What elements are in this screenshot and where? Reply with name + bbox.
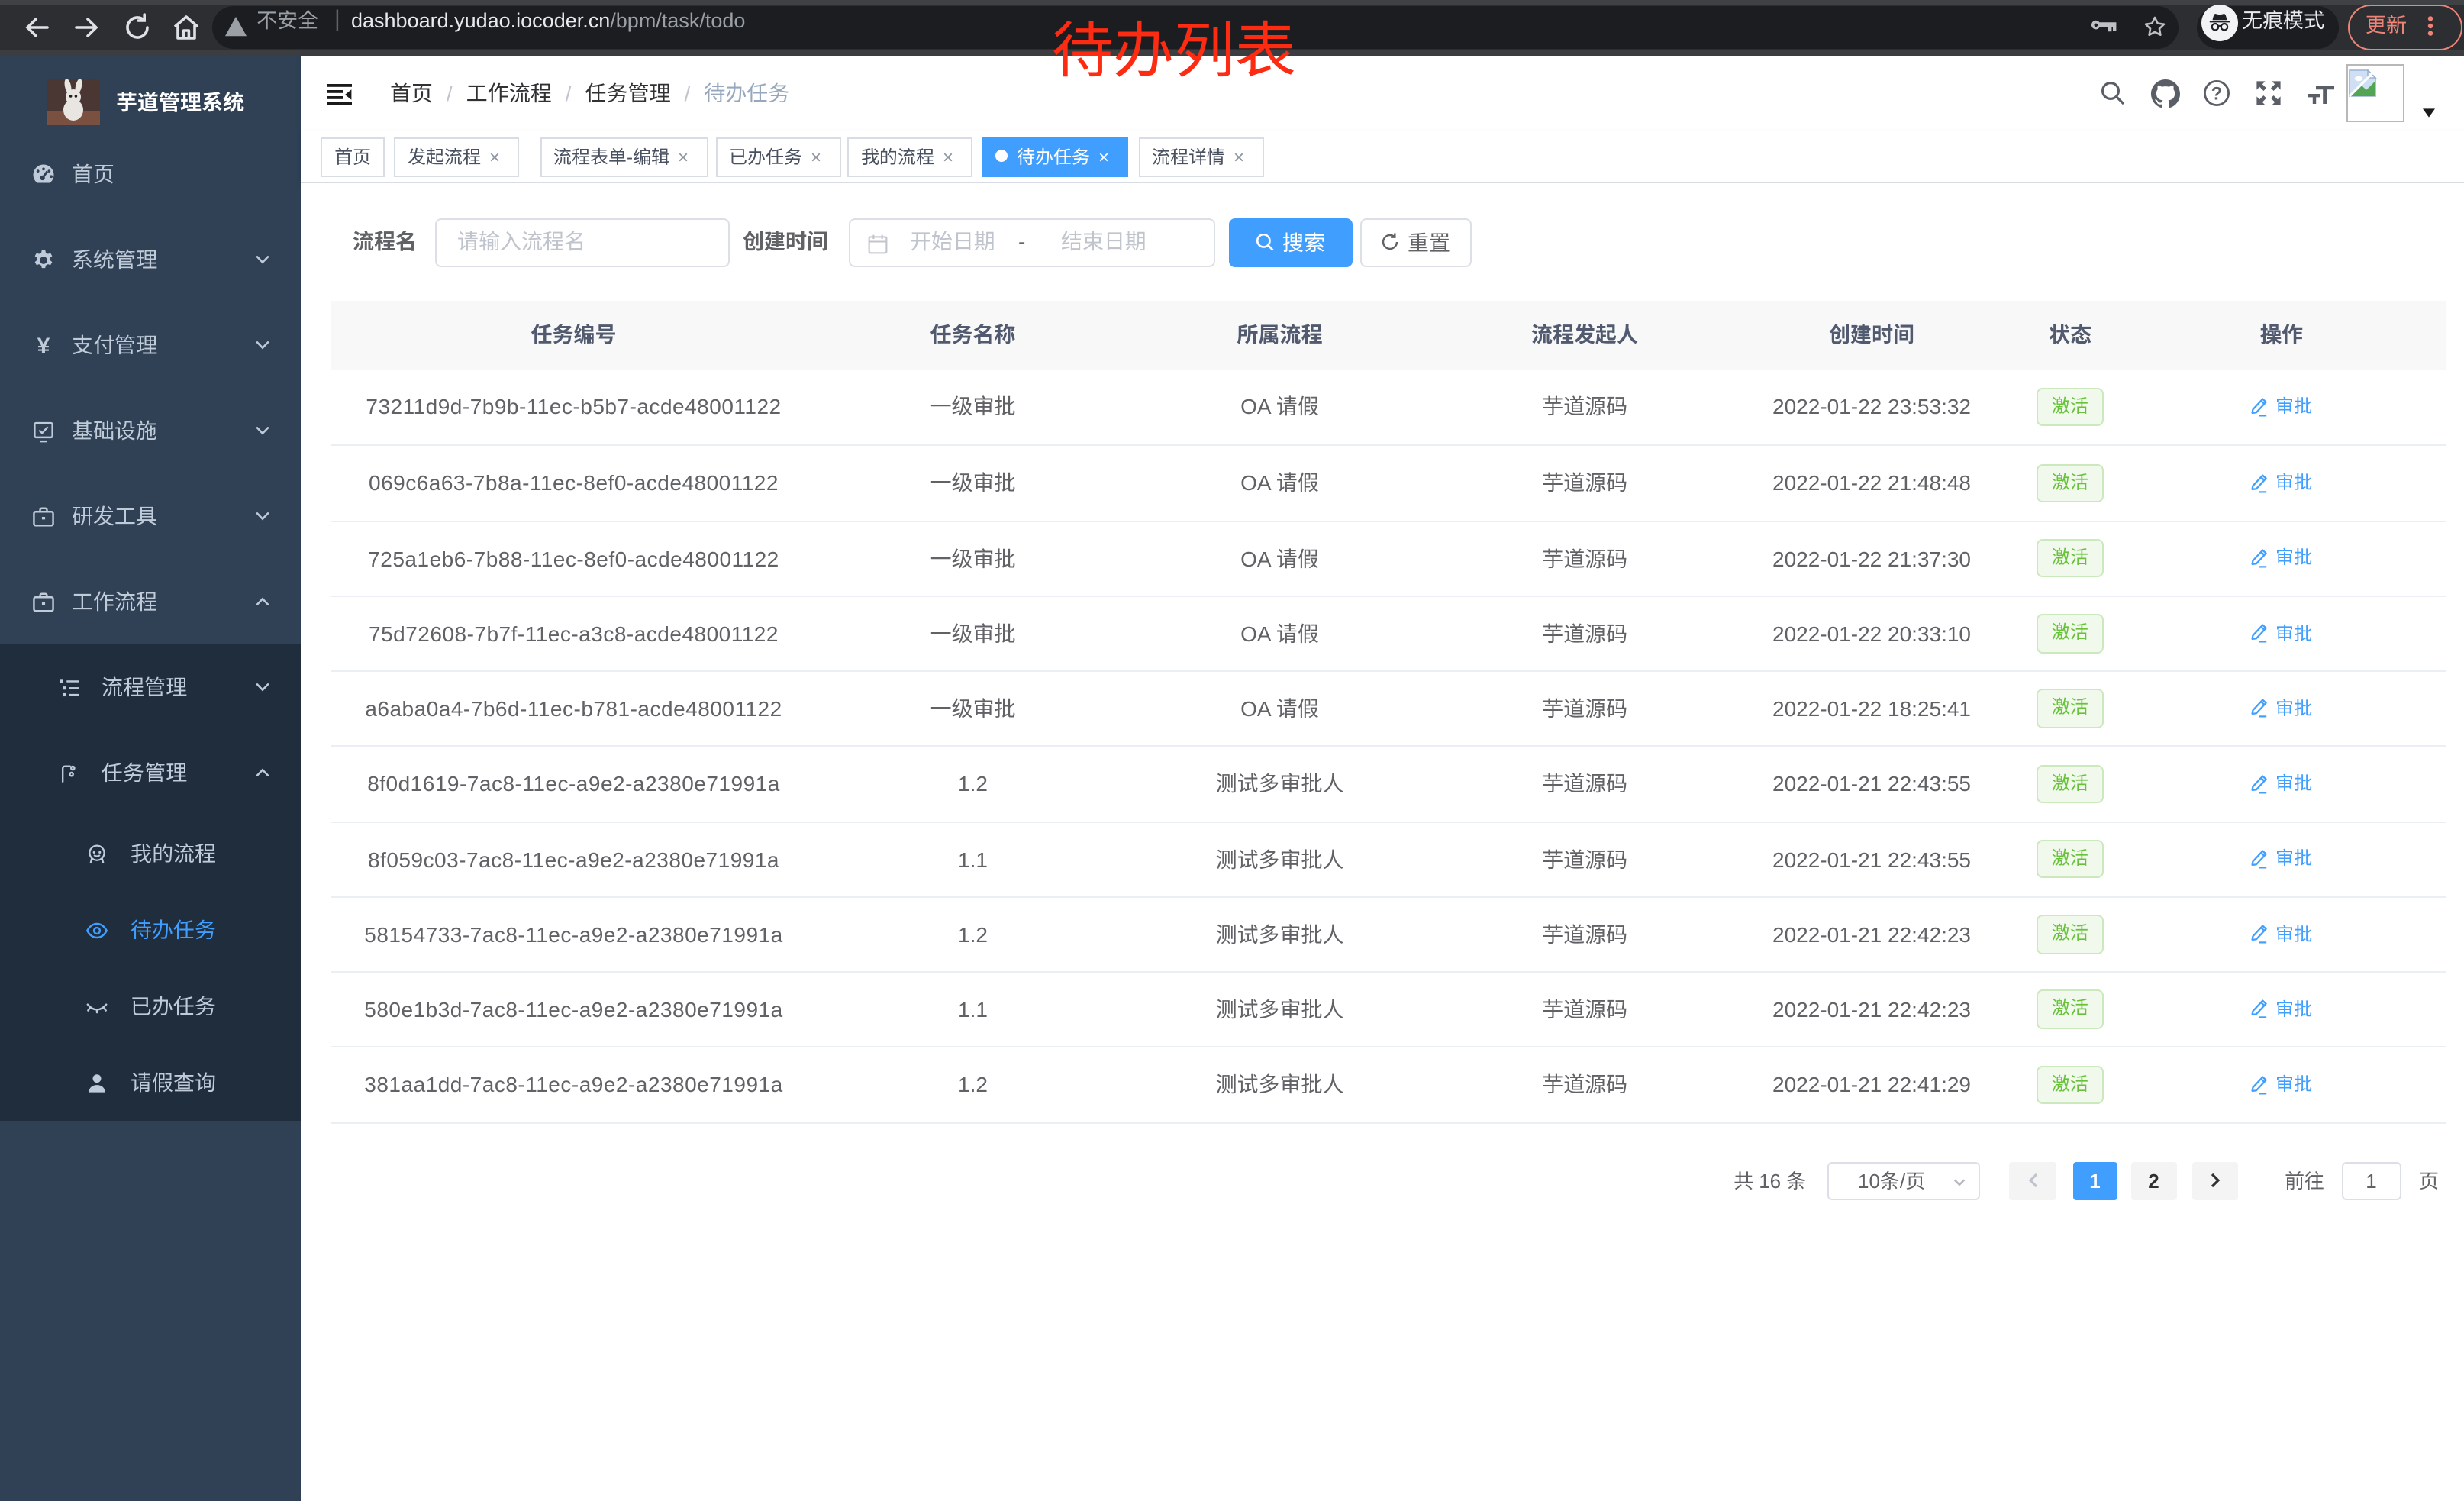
svg-text:?: ? [2211,83,2222,104]
svg-text:¥: ¥ [37,334,50,357]
